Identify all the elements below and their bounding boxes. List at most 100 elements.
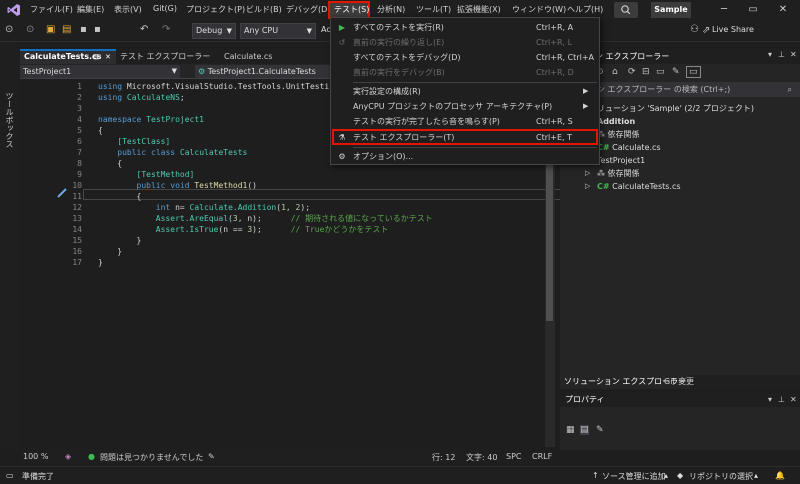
- line-ending[interactable]: CRLF: [532, 452, 552, 461]
- navigate-forward-icon[interactable]: ⊙: [26, 24, 34, 35]
- menu-item-debug-last-run[interactable]: 直前の実行をデバッグ(B) Ctrl+R, D: [331, 65, 599, 80]
- menu-build[interactable]: ビルド(B): [246, 4, 282, 15]
- code-text: }: [98, 247, 123, 256]
- menu-item-processor-architecture[interactable]: AnyCPU プロジェクトのプロセッサ アーキテクチャ(P) ▶: [331, 99, 599, 114]
- expand-arrow-icon[interactable]: ▷: [585, 167, 590, 180]
- code-text: using CalculateNS;: [98, 93, 185, 102]
- menu-item-configure-run-settings[interactable]: 実行設定の構成(R) ▶: [331, 84, 599, 99]
- tree-project-addition[interactable]: Addition: [597, 115, 635, 128]
- menu-analyze[interactable]: 分析(N): [377, 4, 405, 15]
- search-button[interactable]: [614, 2, 638, 18]
- output-icon[interactable]: ▭: [6, 471, 14, 480]
- tree-file-calculate-tests[interactable]: ▷ C# CalculateTests.cs: [585, 180, 681, 193]
- code-text: public void TestMethod1(): [136, 181, 257, 190]
- code-text: {: [98, 159, 123, 168]
- close-icon[interactable]: ✕: [773, 2, 793, 18]
- menu-project[interactable]: プロジェクト(P): [186, 4, 245, 15]
- menu-help[interactable]: ヘルプ(H): [567, 4, 603, 15]
- close-icon[interactable]: ✕: [105, 51, 111, 63]
- menu-item-test-explorer[interactable]: ⚗ テスト エクスプローラー(T) Ctrl+E, T: [331, 130, 599, 145]
- redo-icon[interactable]: ↷: [162, 24, 170, 35]
- open-folder-icon[interactable]: ▤: [62, 24, 71, 35]
- collapse-all-icon[interactable]: ⊟: [642, 67, 650, 77]
- toolbox-tab[interactable]: ツールボックス: [4, 92, 15, 148]
- zoom-level[interactable]: 100 %: [23, 452, 48, 461]
- tab-calculate-tests[interactable]: CalculateTests.cs ⊟ ✕: [20, 49, 116, 64]
- pin-icon[interactable]: ⊥: [778, 50, 785, 59]
- tab-test-explorer[interactable]: テスト エクスプローラー: [116, 49, 220, 64]
- line-number: 14: [72, 225, 82, 234]
- project-nav-select[interactable]: TestProject1 ▼: [20, 65, 180, 78]
- chevron-down-icon[interactable]: ▾: [768, 50, 772, 59]
- close-icon[interactable]: ✕: [790, 395, 797, 404]
- menu-file[interactable]: ファイル(F): [30, 4, 73, 15]
- expand-arrow-icon[interactable]: ▷: [585, 180, 590, 193]
- tab-calculate[interactable]: Calculate.cs: [220, 49, 310, 64]
- show-all-files-icon[interactable]: ▭: [656, 67, 665, 77]
- copilot-icon[interactable]: ◈: [65, 452, 71, 461]
- line-number: 10: [72, 181, 82, 190]
- code-text: [TestMethod]: [136, 170, 195, 179]
- refresh-icon[interactable]: ⟳: [628, 67, 636, 77]
- tab-git-changes[interactable]: Git 変更: [660, 375, 698, 389]
- code-line: 17}: [20, 257, 540, 268]
- menu-item-repeat-last-run[interactable]: ↺ 直前の実行の繰り返し(E) Ctrl+R, L: [331, 35, 599, 50]
- tree-dependencies-test[interactable]: ▷ ⁂ 依存関係: [585, 167, 640, 180]
- tree-dependencies-addition[interactable]: ⁂ 依存関係: [597, 128, 640, 141]
- panel-title: プロパティ: [565, 395, 605, 404]
- menu-item-run-all-tests[interactable]: ▶ すべてのテストを実行(R) Ctrl+R, A: [331, 20, 599, 35]
- chevron-down-icon: ▼: [171, 67, 177, 75]
- navigate-back-icon[interactable]: ⊙: [5, 24, 13, 35]
- admin-icon[interactable]: ⚇: [690, 24, 699, 35]
- tree-file-calculate[interactable]: C# Calculate.cs: [597, 141, 661, 154]
- home-icon[interactable]: ⌂: [612, 67, 618, 77]
- alphabetical-icon[interactable]: ▤: [580, 425, 589, 435]
- select-repository-button[interactable]: リポジトリの選択: [689, 471, 753, 482]
- tree-label: 依存関係: [607, 169, 640, 178]
- menu-debug[interactable]: デバッグ(D): [286, 4, 330, 15]
- tree-solution[interactable]: リューション 'Sample' (2/2 プロジェクト): [597, 102, 754, 115]
- menu-extensions[interactable]: 拡張機能(X): [457, 4, 501, 15]
- solution-name-badge[interactable]: Sample: [651, 2, 691, 18]
- toolbox-strip: ツールボックス: [0, 42, 20, 450]
- menu-item-options[interactable]: ⚙ オプション(O)...: [331, 149, 599, 164]
- line-number: 15: [72, 236, 82, 245]
- menu-item-play-sound[interactable]: テストの実行が完了したら音を鳴らす(P) Ctrl+R, S: [331, 114, 599, 129]
- menu-item-debug-all-tests[interactable]: すべてのテストをデバッグ(D) Ctrl+R, Ctrl+A: [331, 50, 599, 65]
- pin-icon[interactable]: ⊥: [778, 395, 785, 404]
- menu-separator: [353, 82, 597, 83]
- platform-select[interactable]: Any CPU ▼: [240, 23, 316, 39]
- preview-icon[interactable]: ▭: [686, 66, 701, 78]
- menu-window[interactable]: ウィンドウ(W): [512, 4, 566, 15]
- save-all-icon[interactable]: ▪: [94, 24, 101, 35]
- code-line: 13 Assert.AreEqual(3, n); // 期待される値になってい…: [20, 213, 540, 224]
- configuration-select[interactable]: Debug ▼: [192, 23, 236, 39]
- properties-wrench-icon[interactable]: ✎: [672, 67, 680, 77]
- pin-icon[interactable]: ⊟: [93, 51, 99, 63]
- indent-mode[interactable]: SPC: [506, 452, 522, 461]
- issues-status[interactable]: 問題は見つかりませんでした: [100, 452, 203, 463]
- new-project-icon[interactable]: ▣: [46, 24, 55, 35]
- chevron-up-icon: ▴: [754, 471, 759, 480]
- minimize-icon[interactable]: ─: [714, 2, 734, 18]
- live-share-button[interactable]: Live Share: [712, 25, 754, 34]
- categorized-icon[interactable]: ▦: [566, 425, 575, 435]
- code-text: using Microsoft.VisualStudio.TestTools.U…: [98, 82, 344, 91]
- menu-edit[interactable]: 編集(E): [77, 4, 104, 15]
- save-icon[interactable]: ▪: [80, 24, 87, 35]
- menu-git[interactable]: Git(G): [153, 4, 177, 13]
- chevron-down-icon[interactable]: ▾: [768, 395, 772, 404]
- arrow-up-icon: ↑: [592, 471, 599, 480]
- tree-project-testproject1[interactable]: TestProject1: [597, 154, 645, 167]
- close-icon[interactable]: ✕: [790, 50, 797, 59]
- maximize-icon[interactable]: ▭: [743, 2, 763, 18]
- undo-icon[interactable]: ↶: [140, 24, 148, 35]
- menu-tools[interactable]: ツール(T): [416, 4, 451, 15]
- menu-view[interactable]: 表示(V): [114, 4, 142, 15]
- menu-test[interactable]: テスト(S): [334, 4, 369, 15]
- notification-bell-icon[interactable]: 🔔: [775, 471, 785, 480]
- live-share-icon[interactable]: ⇗: [702, 25, 710, 36]
- property-pages-icon[interactable]: ✎: [596, 425, 604, 435]
- brush-icon[interactable]: ✎: [208, 452, 215, 461]
- add-source-control-button[interactable]: ソース管理に追加: [602, 471, 666, 482]
